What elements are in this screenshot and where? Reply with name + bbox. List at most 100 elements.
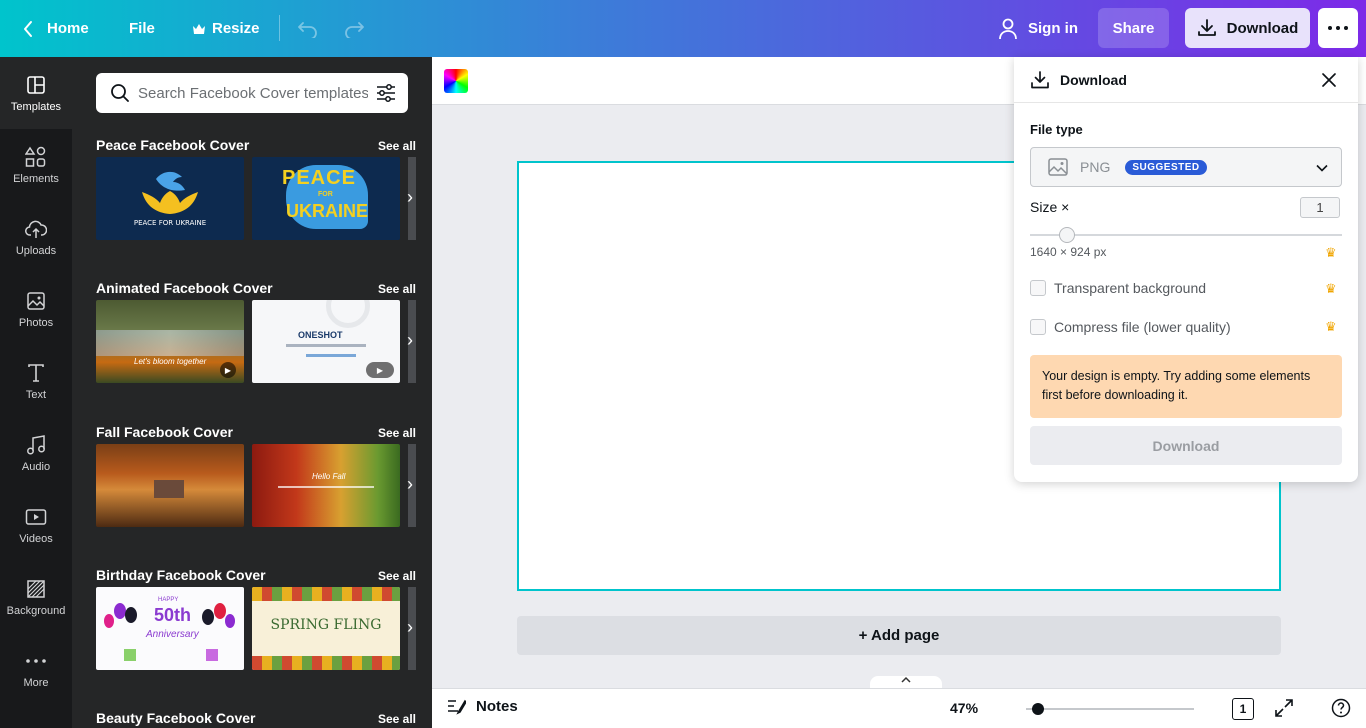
rail-item-uploads[interactable]: Uploads [0, 201, 72, 273]
template-thumbnail[interactable]: PEACE FOR UKRAINE [96, 157, 244, 240]
chevron-right-icon[interactable]: › [407, 617, 413, 638]
compress-file-label: Compress file (lower quality) [1054, 319, 1231, 335]
download-confirm-button[interactable]: Download [1030, 426, 1342, 465]
add-page-button[interactable]: + Add page [517, 616, 1281, 655]
close-button[interactable] [1319, 70, 1339, 93]
file-type-select[interactable]: PNG SUGGESTED [1030, 147, 1342, 187]
section-animated: Animated Facebook Cover See all Let's bl… [96, 280, 416, 390]
template-thumbnail[interactable]: Let's bloom together ▶ [96, 300, 244, 383]
videos-icon [25, 509, 47, 525]
photos-icon [27, 292, 45, 310]
download-button[interactable]: Download [1185, 8, 1310, 48]
filter-icon[interactable] [376, 84, 396, 102]
undo-icon [298, 21, 317, 38]
divider [279, 15, 280, 41]
rail-item-more[interactable]: More [0, 633, 72, 705]
rail-item-background[interactable]: Background [0, 561, 72, 633]
download-icon [1197, 19, 1216, 36]
file-type-value: PNG [1080, 159, 1111, 175]
rail-item-audio[interactable]: Audio [0, 417, 72, 489]
see-all-link[interactable]: See all [378, 282, 416, 296]
section-beauty: Beauty Facebook Cover See all [96, 710, 416, 728]
template-thumbnail[interactable]: Hello Fall [252, 444, 400, 527]
see-all-link[interactable]: See all [378, 426, 416, 440]
home-button[interactable]: Home [22, 0, 89, 57]
search-icon [111, 84, 129, 102]
thumbnail-text: 50th [154, 605, 192, 625]
color-picker-icon[interactable] [444, 69, 468, 93]
rail-label: Audio [21, 461, 51, 473]
compress-file-checkbox[interactable] [1030, 319, 1046, 335]
template-thumbnail[interactable]: HAPPY 50th Anniversary [96, 587, 244, 670]
chevron-up-icon [901, 676, 911, 683]
chevron-right-icon[interactable]: › [407, 187, 413, 208]
transparent-background-checkbox[interactable] [1030, 280, 1046, 296]
template-thumbnail[interactable] [96, 444, 244, 527]
undo-button[interactable] [297, 0, 319, 57]
chevron-right-icon[interactable]: › [407, 474, 413, 495]
thumbnail-text: PEACE [282, 167, 356, 189]
size-input[interactable]: 1 [1300, 197, 1340, 218]
top-bar: Home File Resize Sign in Share Download [0, 0, 1366, 57]
crown-icon: ♛ [1325, 319, 1337, 334]
river-shape [96, 330, 244, 356]
rail-item-text[interactable]: Text [0, 345, 72, 417]
redo-icon [345, 21, 364, 38]
section-peace: Peace Facebook Cover See all PEACE FOR U… [96, 137, 416, 247]
see-all-link[interactable]: See all [378, 569, 416, 583]
download-panel-header: Download [1014, 57, 1358, 103]
download-label: Download [1226, 19, 1299, 37]
zoom-slider-thumb[interactable] [1032, 703, 1044, 715]
template-thumbnail[interactable]: ONESHOT ▶ [252, 300, 400, 383]
file-menu-button[interactable]: File [129, 0, 155, 57]
rail-label: Videos [19, 533, 53, 545]
section-title: Peace Facebook Cover [96, 137, 250, 153]
size-slider-thumb[interactable] [1059, 227, 1076, 243]
section-birthday: Birthday Facebook Cover See all HAPPY 50… [96, 567, 416, 677]
see-all-link[interactable]: See all [378, 712, 416, 726]
home-label: Home [47, 20, 89, 37]
thumbnail-text: FOR [318, 191, 333, 198]
text-line [306, 354, 356, 357]
template-thumbnail[interactable]: PEACE FOR UKRAINE [252, 157, 400, 240]
background-icon [27, 580, 45, 598]
more-options-button[interactable] [1318, 8, 1358, 48]
search-input[interactable] [138, 84, 368, 102]
see-all-link[interactable]: See all [378, 139, 416, 153]
notes-button[interactable]: Notes [446, 697, 518, 715]
fullscreen-button[interactable] [1274, 698, 1294, 721]
help-button[interactable] [1331, 698, 1351, 721]
share-button[interactable]: Share [1098, 8, 1169, 48]
rail-item-videos[interactable]: Videos [0, 489, 72, 561]
thumbnail-text: PEACE FOR UKRAINE [133, 219, 207, 227]
rail-item-photos[interactable]: Photos [0, 273, 72, 345]
rail-label: Elements [13, 173, 59, 185]
search-box [96, 73, 408, 113]
section-title: Beauty Facebook Cover [96, 710, 256, 726]
chevron-right-icon[interactable]: › [407, 330, 413, 351]
transparent-background-label: Transparent background [1054, 280, 1207, 296]
redo-button[interactable] [343, 0, 365, 57]
notes-icon [448, 699, 466, 715]
size-slider-track[interactable] [1030, 234, 1342, 236]
templates-icon [27, 76, 45, 94]
rail-label: Uploads [15, 245, 57, 257]
page-count-button[interactable]: 1 [1232, 698, 1254, 720]
sign-in-button[interactable]: Sign in [998, 0, 1078, 57]
download-panel-title: Download [1060, 72, 1127, 88]
section-title: Fall Facebook Cover [96, 424, 233, 440]
left-rail: Templates Elements Uploads Photos Text A… [0, 57, 72, 728]
zoom-level[interactable]: 47% [950, 700, 978, 716]
zoom-slider-track[interactable] [1026, 708, 1194, 710]
rail-item-templates[interactable]: Templates [0, 57, 72, 129]
section-title: Animated Facebook Cover [96, 280, 273, 296]
notes-label: Notes [476, 697, 518, 715]
crown-icon: ♛ [1325, 281, 1337, 296]
text-line [286, 344, 366, 347]
resize-button[interactable]: Resize [192, 0, 260, 57]
bottom-bar: Notes 47% 1 [432, 688, 1366, 728]
rail-item-elements[interactable]: Elements [0, 129, 72, 201]
template-thumbnail[interactable]: SPRING FLING [252, 587, 400, 670]
flower-border [252, 656, 400, 670]
upload-icon [25, 220, 47, 238]
